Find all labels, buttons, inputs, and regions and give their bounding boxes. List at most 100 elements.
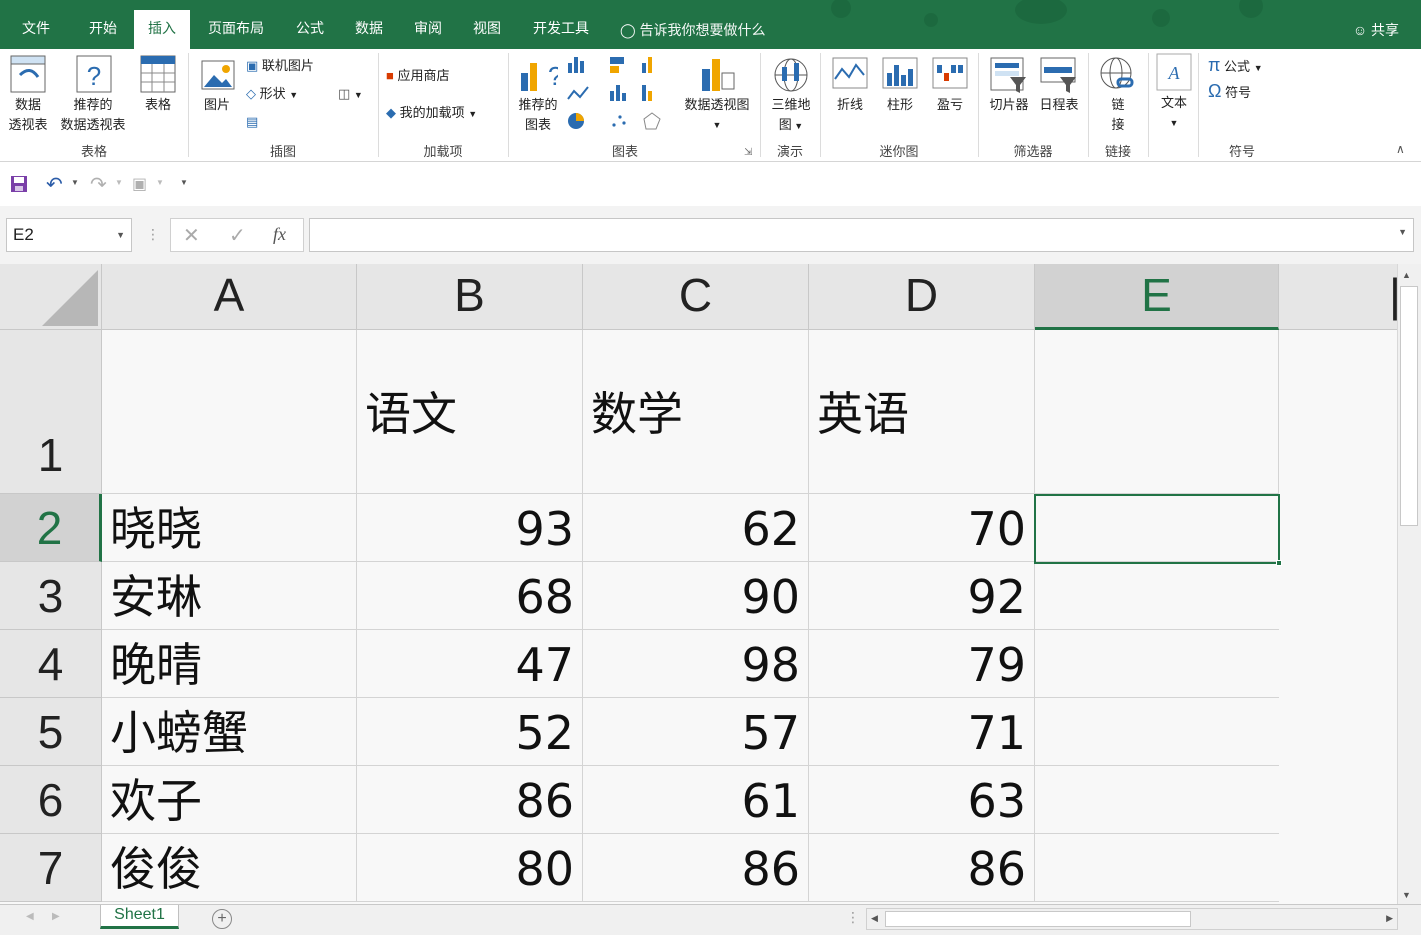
cell-b6[interactable]: 86	[357, 766, 583, 834]
timeline-button[interactable]: 日程表	[1034, 95, 1084, 115]
shapes-button[interactable]: ◇ 形状 ▼	[246, 84, 298, 105]
cell-b3[interactable]: 68	[357, 562, 583, 630]
cell-c5[interactable]: 57	[583, 698, 809, 766]
save-icon[interactable]	[10, 175, 28, 193]
tab-developer[interactable]: 开发工具	[520, 10, 602, 49]
store-button[interactable]: ■ 应用商店	[386, 66, 450, 86]
cell-b5[interactable]: 52	[357, 698, 583, 766]
column-header-d[interactable]: D	[809, 264, 1035, 330]
column-header-c[interactable]: C	[583, 264, 809, 330]
fill-handle[interactable]	[1276, 560, 1282, 566]
cell-d3[interactable]: 92	[809, 562, 1035, 630]
scroll-right-icon[interactable]: ▶	[1386, 913, 1393, 924]
scroll-down-icon[interactable]: ▼	[1402, 890, 1411, 900]
cell-d7[interactable]: 86	[809, 834, 1035, 902]
cell-c2[interactable]: 62	[583, 494, 809, 562]
row-header-3[interactable]: 3	[0, 562, 102, 630]
table-button[interactable]: 表格	[136, 95, 180, 115]
share-button[interactable]: ☺ 共享	[1353, 10, 1399, 49]
scroll-left-icon[interactable]: ◀	[871, 913, 878, 924]
equation-button[interactable]: π 公式 ▼	[1208, 55, 1263, 78]
horizontal-scroll-thumb[interactable]	[885, 911, 1191, 927]
next-sheet-icon[interactable]: ▶	[52, 911, 60, 922]
tab-insert[interactable]: 插入	[134, 10, 190, 49]
tab-file[interactable]: 文件	[8, 10, 64, 49]
slicer-button[interactable]: 切片器	[984, 95, 1034, 115]
column-header-e[interactable]: E	[1035, 264, 1279, 330]
cell-c4[interactable]: 98	[583, 630, 809, 698]
chevron-down-icon[interactable]: ▼	[71, 178, 79, 187]
cell-d1[interactable]: 英语	[809, 330, 1035, 494]
tell-me-box[interactable]: ◯ 告诉我你想要做什么	[620, 10, 766, 49]
cell-e6[interactable]	[1035, 766, 1279, 834]
column-header-f[interactable]: |	[1279, 264, 1397, 330]
cell-b7[interactable]: 80	[357, 834, 583, 902]
recommended-pivot-button[interactable]: 推荐的 数据透视表	[54, 95, 132, 135]
collapse-ribbon-icon[interactable]: ∧	[1396, 139, 1405, 159]
tab-home[interactable]: 开始	[74, 10, 132, 49]
column-header-a[interactable]: A	[102, 264, 357, 330]
formula-bar-grip[interactable]: ⋮	[146, 226, 160, 243]
tab-split-grip[interactable]: ⋮	[846, 909, 860, 926]
online-pictures-button[interactable]: ▣ 联机图片	[246, 56, 314, 76]
cell-b1[interactable]: 语文	[357, 330, 583, 494]
tab-review[interactable]: 审阅	[402, 10, 454, 49]
cell-d2[interactable]: 70	[809, 494, 1035, 562]
cell-d5[interactable]: 71	[809, 698, 1035, 766]
cell-c3[interactable]: 90	[583, 562, 809, 630]
undo-icon[interactable]: ↶	[46, 172, 63, 197]
chevron-down-icon[interactable]: ▼	[1398, 227, 1407, 237]
link-button[interactable]: 链接	[1096, 95, 1140, 135]
vertical-scrollbar[interactable]: ▲ ▼	[1397, 264, 1421, 904]
tab-data[interactable]: 数据	[344, 10, 394, 49]
cell-e5[interactable]	[1035, 698, 1279, 766]
cell-d4[interactable]: 79	[809, 630, 1035, 698]
cell-c6[interactable]: 61	[583, 766, 809, 834]
cell-c7[interactable]: 86	[583, 834, 809, 902]
chevron-down-icon[interactable]: ▼	[115, 178, 123, 187]
redo-icon[interactable]: ↷	[90, 172, 107, 197]
symbol-button[interactable]: Ω 符号	[1208, 81, 1251, 103]
row-header-2[interactable]: 2	[0, 494, 102, 562]
touch-mode-icon[interactable]: ▣	[132, 174, 147, 194]
cell-a2[interactable]: 晓晓	[102, 494, 357, 562]
cell-a5[interactable]: 小螃蟹	[102, 698, 357, 766]
tab-view[interactable]: 视图	[462, 10, 512, 49]
prev-sheet-icon[interactable]: ◀	[26, 911, 34, 922]
vertical-scroll-thumb[interactable]	[1400, 286, 1418, 526]
cell-e1[interactable]	[1035, 330, 1279, 494]
cell-a3[interactable]: 安琳	[102, 562, 357, 630]
sparkline-column-button[interactable]: 柱形	[878, 95, 922, 115]
row-header-6[interactable]: 6	[0, 766, 102, 834]
customize-qat-icon[interactable]: ▼	[180, 178, 188, 187]
column-header-b[interactable]: B	[357, 264, 583, 330]
sheet-tab-sheet1[interactable]: Sheet1	[100, 905, 179, 929]
tab-page-layout[interactable]: 页面布局	[196, 10, 276, 49]
dialog-launcher-icon[interactable]: ⇲	[744, 143, 752, 163]
cell-d6[interactable]: 63	[809, 766, 1035, 834]
row-header-4[interactable]: 4	[0, 630, 102, 698]
cell-a7[interactable]: 俊俊	[102, 834, 357, 902]
cell-b4[interactable]: 47	[357, 630, 583, 698]
cell-a1[interactable]	[102, 330, 357, 494]
enter-check-icon[interactable]: ✓	[229, 223, 246, 248]
formula-input[interactable]: ▼	[309, 218, 1414, 252]
cell-e7[interactable]	[1035, 834, 1279, 902]
pivot-chart-button[interactable]: 数据透视图 ▼	[676, 95, 758, 135]
my-addins-button[interactable]: ◆ 我的加载项 ▼	[386, 103, 477, 124]
select-all-corner[interactable]	[0, 264, 102, 330]
sparkline-winloss-button[interactable]: 盈亏	[928, 95, 972, 115]
insert-function-icon[interactable]: fx	[273, 224, 286, 245]
chevron-down-icon[interactable]: ▼	[156, 178, 164, 187]
cell-c1[interactable]: 数学	[583, 330, 809, 494]
cell-e4[interactable]	[1035, 630, 1279, 698]
cell-e3[interactable]	[1035, 562, 1279, 630]
cancel-icon[interactable]: ✕	[183, 223, 200, 248]
recommended-charts-button[interactable]: 推荐的 图表	[512, 95, 564, 135]
screenshot-button[interactable]: ◫ ▼	[338, 84, 363, 105]
tab-formulas[interactable]: 公式	[284, 10, 336, 49]
pivot-table-button[interactable]: 数据 透视表	[2, 95, 54, 135]
smartart-button[interactable]: ▤	[246, 112, 258, 132]
name-box[interactable]: E2 ▼	[6, 218, 132, 252]
cell-a6[interactable]: 欢子	[102, 766, 357, 834]
